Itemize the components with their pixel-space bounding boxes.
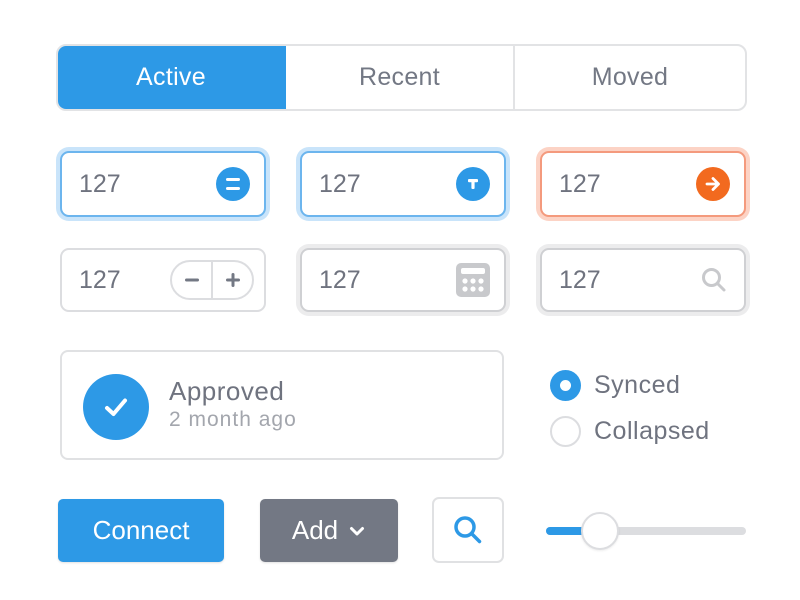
quantity-stepper [170,260,254,300]
plus-icon [225,273,240,287]
calculator-icon[interactable] [456,263,490,297]
tab-recent[interactable]: Recent [286,46,515,109]
check-icon [83,374,149,440]
arrow-right-icon[interactable] [696,167,730,201]
field-value: 127 [319,265,361,294]
search-button[interactable] [432,497,504,563]
radio-label: Collapsed [594,417,710,445]
add-dropdown-button[interactable]: Add [260,499,398,562]
radio-label: Synced [594,371,681,399]
tab-active[interactable]: Active [58,46,286,109]
chevron-down-icon [350,526,365,535]
divide-icon[interactable] [216,167,250,201]
status-title: Approved [169,376,285,406]
tab-moved[interactable]: Moved [515,46,745,109]
minus-icon [184,278,199,282]
search-icon[interactable] [700,266,728,294]
status-timestamp: 2 month ago [169,408,297,431]
range-slider[interactable] [546,510,746,550]
field-value: 127 [319,169,361,198]
field-value: 127 [79,169,121,198]
connect-button[interactable]: Connect [58,499,224,562]
text-t-icon[interactable] [456,167,490,201]
number-field-divide[interactable]: 127 [60,151,266,217]
number-field-stepper[interactable]: 127 [60,248,266,312]
radio-collapsed[interactable]: Collapsed [550,416,710,447]
slider-thumb[interactable] [581,512,619,550]
increment-button[interactable] [213,262,252,298]
segmented-tabs: Active Recent Moved [56,44,747,111]
search-icon [454,516,482,544]
add-button-label: Add [291,515,339,545]
radio-synced[interactable]: Synced [550,370,680,401]
decrement-button[interactable] [172,262,213,298]
number-field-search[interactable]: 127 [540,248,746,312]
number-field-calculator[interactable]: 127 [300,248,506,312]
radio-button-checked[interactable] [550,370,581,401]
status-card: Approved 2 month ago [60,350,504,460]
connect-button-label: Connect [92,515,190,545]
number-field-submit[interactable]: 127 [540,151,746,217]
number-field-text[interactable]: 127 [300,151,506,217]
field-value: 127 [559,265,601,294]
radio-button-unchecked[interactable] [550,416,581,447]
field-value: 127 [559,169,601,198]
field-value: 127 [79,265,121,294]
